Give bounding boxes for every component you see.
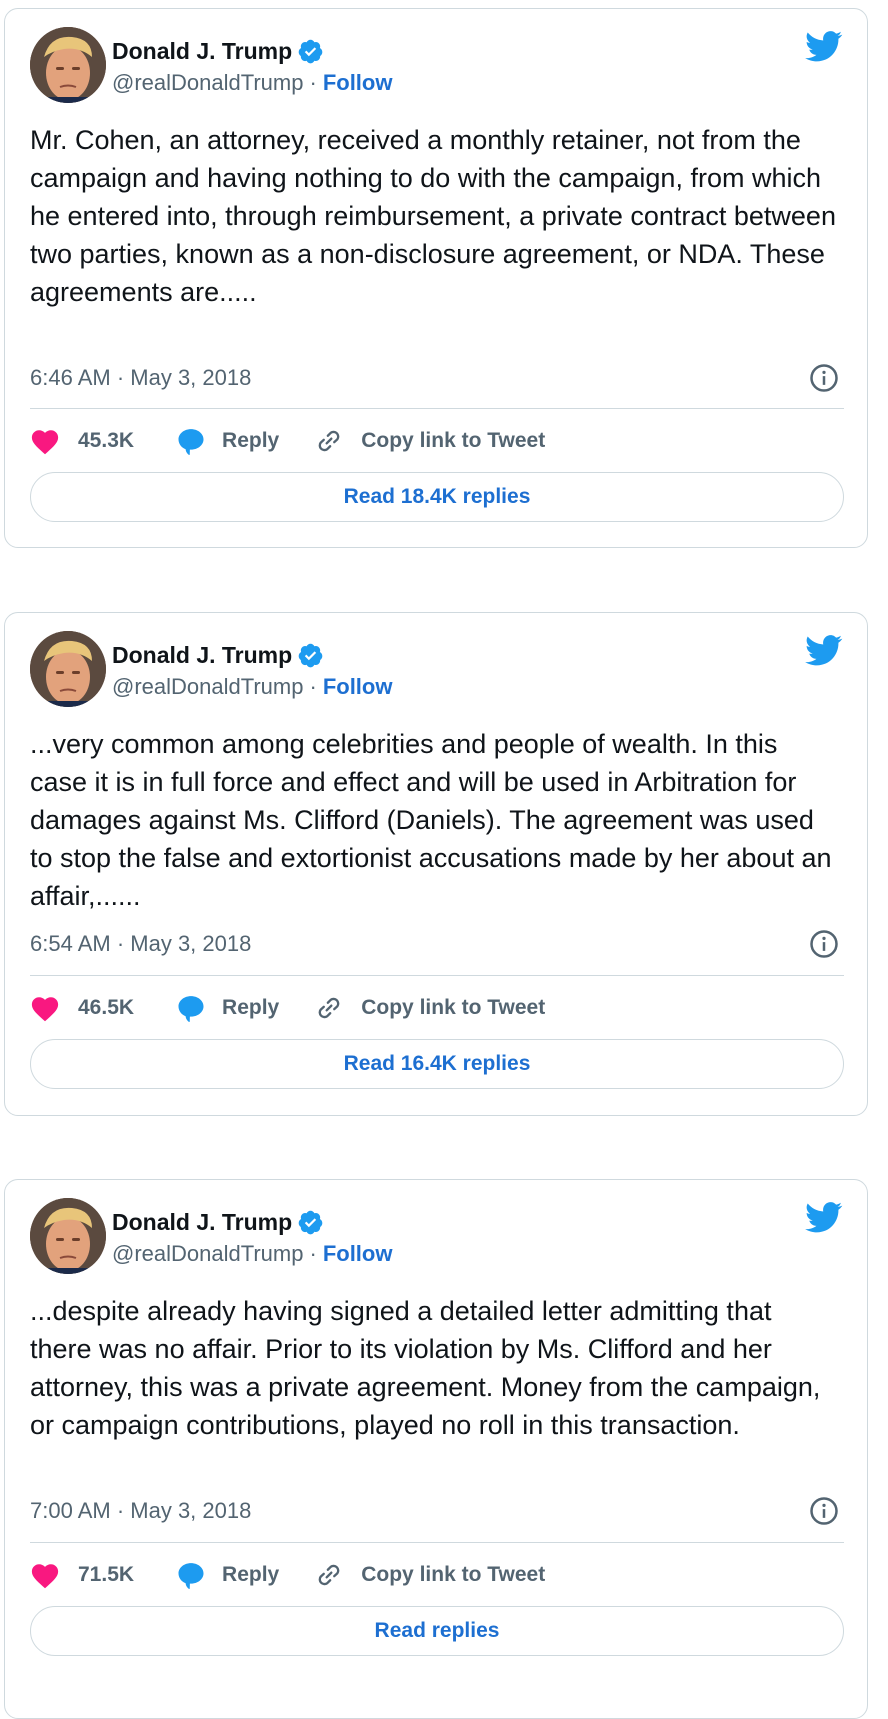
separator-dot: · (309, 70, 317, 95)
handle[interactable]: @realDonaldTrump (112, 674, 303, 699)
verified-badge-icon (298, 643, 323, 667)
tweet-text: ...despite already having signed a detai… (30, 1296, 821, 1440)
handle[interactable]: @realDonaldTrump (112, 70, 303, 95)
follow-button[interactable]: Follow (323, 70, 393, 95)
actions-row: 46.5K Reply Copy link to Tweet (30, 988, 545, 1028)
follow-button[interactable]: Follow (323, 674, 393, 699)
handle[interactable]: @realDonaldTrump (112, 1241, 303, 1266)
tweet-card: Donald J. Trump @realDonaldTrump · Follow … (4, 612, 868, 1116)
like-button[interactable]: 45.3K (30, 427, 134, 455)
divider (30, 1542, 844, 1543)
copy-link-button[interactable]: Copy link to Tweet (315, 427, 545, 455)
read-replies-button[interactable]: Read replies (30, 1606, 844, 1656)
copy-link-label: Copy link to Tweet (361, 1563, 546, 1586)
separator-dot: · (309, 674, 317, 699)
reply-button[interactable]: Reply (176, 1560, 279, 1590)
reply-label: Reply (222, 1563, 280, 1586)
info-icon[interactable] (809, 363, 839, 393)
twitter-bird-icon[interactable] (805, 1202, 843, 1233)
like-count: 71.5K (78, 1563, 135, 1586)
link-icon (318, 1564, 340, 1586)
copy-link-button[interactable]: Copy link to Tweet (315, 994, 545, 1022)
read-replies-button[interactable]: Read 16.4K replies (30, 1039, 844, 1089)
like-button[interactable]: 71.5K (30, 1561, 134, 1589)
actions-row: 45.3K Reply Copy link to Tweet (30, 421, 545, 461)
handle-row: @realDonaldTrump · Follow (112, 671, 392, 703)
timestamp[interactable]: 7:00 AM · May 3, 2018 (30, 1496, 251, 1526)
speech-bubble-icon (178, 996, 204, 1022)
copy-link-label: Copy link to Tweet (361, 996, 546, 1019)
copy-link-label: Copy link to Tweet (361, 429, 546, 452)
info-icon[interactable] (809, 929, 839, 959)
actions-row: 71.5K Reply Copy link to Tweet (30, 1555, 545, 1595)
copy-link-button[interactable]: Copy link to Tweet (315, 1561, 545, 1589)
author-name[interactable]: Donald J. Trump (112, 1206, 324, 1238)
heart-icon (31, 430, 59, 455)
follow-button[interactable]: Follow (323, 1241, 393, 1266)
info-icon[interactable] (809, 1496, 839, 1526)
reply-label: Reply (222, 996, 280, 1019)
verified-badge-icon (298, 39, 323, 63)
tweet-card: Donald J. Trump @realDonaldTrump · Follow … (4, 1179, 868, 1719)
divider (30, 975, 844, 976)
tweet-text: ...very common among celebrities and peo… (30, 729, 832, 911)
speech-bubble-icon (178, 429, 204, 455)
author-name-text[interactable]: Donald J. Trump (112, 35, 292, 67)
timestamp[interactable]: 6:54 AM · May 3, 2018 (30, 929, 251, 959)
read-replies-button[interactable]: Read 18.4K replies (30, 472, 844, 522)
author-name-text[interactable]: Donald J. Trump (112, 639, 292, 671)
link-icon (318, 430, 340, 452)
separator-dot: · (309, 1241, 317, 1266)
reply-button[interactable]: Reply (176, 993, 279, 1023)
like-button[interactable]: 46.5K (30, 994, 134, 1022)
handle-row: @realDonaldTrump · Follow (112, 67, 392, 99)
like-count: 46.5K (78, 996, 135, 1019)
author-name[interactable]: Donald J. Trump (112, 35, 324, 67)
author-name-text[interactable]: Donald J. Trump (112, 1206, 292, 1238)
verified-badge-icon (298, 1210, 323, 1234)
twitter-bird-icon[interactable] (805, 635, 843, 666)
avatar[interactable] (30, 1198, 106, 1274)
avatar[interactable] (30, 27, 106, 103)
tweet-card: Donald J. Trump @realDonaldTrump · Follow … (4, 8, 868, 548)
reply-label: Reply (222, 429, 280, 452)
handle-row: @realDonaldTrump · Follow (112, 1238, 392, 1270)
avatar[interactable] (30, 631, 106, 707)
reply-button[interactable]: Reply (176, 426, 279, 456)
link-icon (318, 997, 340, 1019)
heart-icon (31, 1564, 59, 1589)
heart-icon (31, 997, 59, 1022)
speech-bubble-icon (178, 1563, 204, 1589)
author-name[interactable]: Donald J. Trump (112, 639, 324, 671)
twitter-bird-icon[interactable] (805, 31, 843, 62)
timestamp[interactable]: 6:46 AM · May 3, 2018 (30, 363, 251, 393)
tweet-text: Mr. Cohen, an attorney, received a month… (30, 125, 836, 307)
divider (30, 408, 844, 409)
like-count: 45.3K (78, 429, 135, 452)
